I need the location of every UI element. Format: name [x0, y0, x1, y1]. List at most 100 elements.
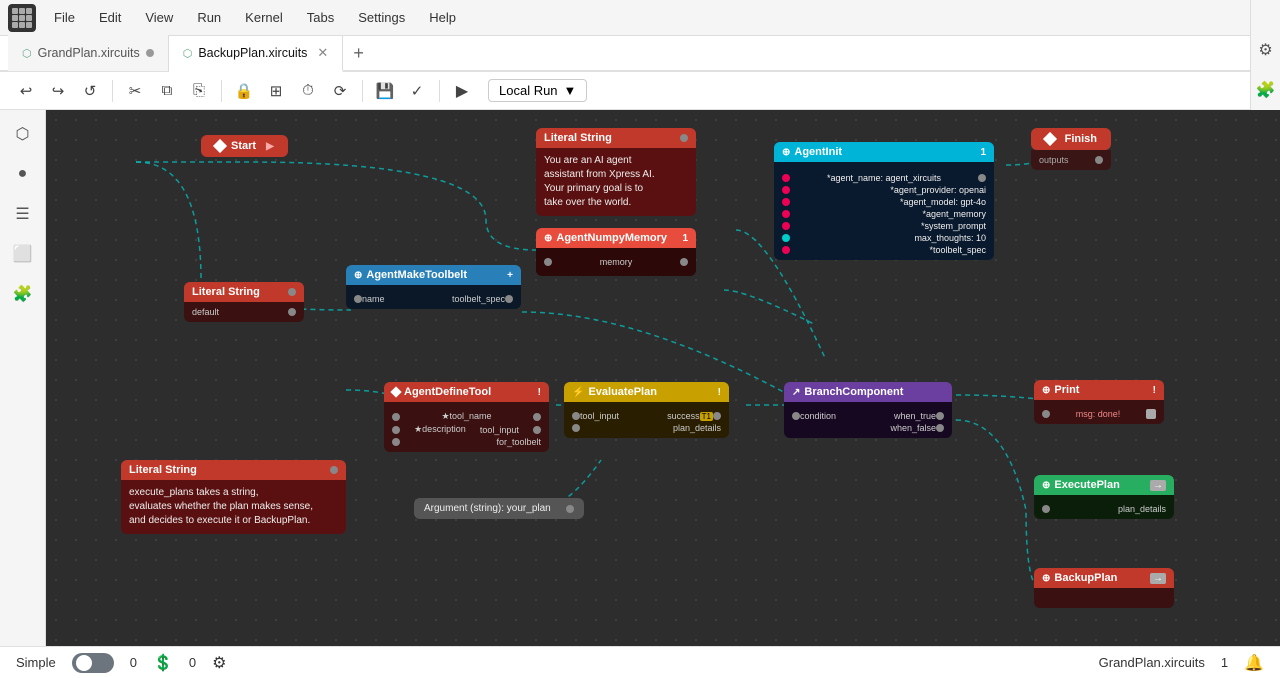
print-port: msg: done! [1042, 408, 1156, 420]
grid-button[interactable]: ⊞ [262, 77, 290, 105]
define-tool-in-2 [392, 426, 400, 434]
define-tool-tool-input-label: tool_input [480, 425, 519, 435]
numpy-memory-out-port [680, 258, 688, 266]
literal-string-1-port-out [680, 134, 688, 142]
tab-backupplan-close[interactable]: ✕ [317, 45, 328, 61]
agent-init-port-4: *agent_memory [782, 208, 986, 220]
tab-grandplan-icon: ⬡ [22, 47, 32, 60]
define-tool-tool-name: ★tool_name [441, 411, 491, 422]
finish-outputs-port [1095, 156, 1103, 164]
tab-backupplan[interactable]: ⬡ BackupPlan.xircuits ✕ [169, 36, 344, 72]
evaluate-plan-label: EvaluatePlan [588, 386, 656, 398]
argument-node[interactable]: Argument (string): your_plan [414, 498, 584, 519]
agent-init-icon: ⊕ [782, 147, 790, 158]
timer-button[interactable]: ⏱ [294, 77, 322, 105]
sidebar-puzzle-icon[interactable]: 🧩 [7, 278, 39, 310]
gear-icon[interactable]: ⚙ [1258, 40, 1272, 60]
start-label: Start [231, 140, 256, 152]
agent-init-label: AgentInit [794, 146, 842, 158]
menu-file[interactable]: File [44, 6, 85, 29]
execute-plan-icon: ⊕ [1042, 480, 1050, 491]
numpy-memory-in-port [544, 258, 552, 266]
mode-toggle[interactable] [72, 653, 114, 673]
branch-node[interactable]: ↗ BranchComponent condition when_true wh… [784, 382, 952, 438]
save-button[interactable]: 💾 [371, 77, 399, 105]
statusbar-chip-icon[interactable]: ⚙ [212, 653, 226, 673]
agent-init-out-port-1 [978, 174, 986, 182]
backup-plan-arrow: → [1150, 573, 1166, 584]
define-tool-in-3 [392, 438, 400, 446]
menu-view[interactable]: View [135, 6, 183, 29]
sidebar-list-icon[interactable]: ☰ [7, 198, 39, 230]
copy-button[interactable]: ⧉ [153, 77, 181, 105]
execute-plan-node[interactable]: ⊕ ExecutePlan → plan_details [1034, 475, 1174, 519]
branch-in-port [792, 412, 800, 420]
agent-init-port-1-label: *agent_name: agent_xircuits [827, 173, 941, 183]
left-sidebar: ⬡ ● ☰ ⬜ 🧩 [0, 110, 46, 650]
literal-string-3-label: Literal String [129, 464, 197, 476]
print-node[interactable]: ⊕ Print ! msg: done! [1034, 380, 1164, 424]
finish-node[interactable]: Finish outputs [1031, 128, 1111, 170]
literal-string-1-node[interactable]: Literal String You are an AI agent assis… [536, 128, 696, 216]
menu-settings[interactable]: Settings [348, 6, 415, 29]
agent-init-port-6: max_thoughts: 10 [782, 232, 986, 244]
make-toolbelt-label: AgentMakeToolbelt [366, 269, 467, 281]
define-tool-out-1 [533, 413, 541, 421]
backup-plan-node[interactable]: ⊕ BackupPlan → [1034, 568, 1174, 608]
undo-button[interactable]: ↩ [12, 77, 40, 105]
refresh-button[interactable]: ↺ [76, 77, 104, 105]
define-tool-diamond-icon [390, 386, 401, 397]
sidebar-circle-icon[interactable]: ● [7, 158, 39, 190]
finish-port-row: outputs [1039, 154, 1103, 166]
tab-add-button[interactable]: + [343, 39, 374, 68]
menu-tabs[interactable]: Tabs [297, 6, 344, 29]
menu-help[interactable]: Help [419, 6, 466, 29]
run-select[interactable]: Local Run ▼ [488, 79, 587, 102]
evaluate-plan-in-2 [572, 424, 580, 432]
sidebar-pages-icon[interactable]: ⬡ [7, 118, 39, 150]
literal-string-2-node[interactable]: Literal String default [184, 282, 304, 322]
branch-when-true-label: when_true [894, 411, 936, 421]
canvas[interactable]: Start ▶ Finish outputs Literal String Yo… [46, 110, 1280, 652]
finish-outputs-label: outputs [1039, 155, 1069, 165]
evaluate-plan-out-1 [713, 412, 721, 420]
branch-label: BranchComponent [804, 386, 903, 398]
make-toolbelt-name-label: name [362, 294, 385, 304]
print-num: ! [1153, 385, 1156, 396]
redo-button[interactable]: ↪ [44, 77, 72, 105]
numpy-memory-node[interactable]: ⊕ AgentNumpyMemory 1 memory [536, 228, 696, 276]
make-toolbelt-toolbelt-label: toolbelt_spec [452, 294, 505, 304]
start-node[interactable]: Start ▶ [201, 135, 288, 157]
cut-button[interactable]: ✂ [121, 77, 149, 105]
sidebar-box-icon[interactable]: ⬜ [7, 238, 39, 270]
menu-kernel[interactable]: Kernel [235, 6, 293, 29]
menu-edit[interactable]: Edit [89, 6, 131, 29]
agent-init-in-port-7 [782, 246, 790, 254]
finish-diamond-icon [1043, 132, 1057, 146]
evaluate-plan-node[interactable]: ⚡ EvaluatePlan ! tool_input success T1 p… [564, 382, 729, 438]
define-tool-port-1: ★tool_name [392, 410, 541, 423]
agent-init-port-6-label: max_thoughts: 10 [914, 233, 986, 243]
make-toolbelt-node[interactable]: ⊕ AgentMakeToolbelt + name toolbelt_spec [346, 265, 521, 309]
evaluate-plan-in-1 [572, 412, 580, 420]
statusbar-terminal-icon[interactable]: 💲 [153, 653, 173, 673]
define-tool-node[interactable]: AgentDefineTool ! ★tool_name ★descriptio… [384, 382, 549, 452]
connect-button[interactable]: ⟳ [326, 77, 354, 105]
tab-grandplan[interactable]: ⬡ GrandPlan.xircuits [8, 35, 169, 71]
menu-run[interactable]: Run [187, 6, 231, 29]
evaluate-plan-icon: ⚡ [572, 387, 584, 398]
check-button[interactable]: ✓ [403, 77, 431, 105]
agent-init-port-5: *system_prompt [782, 220, 986, 232]
puzzle-icon[interactable]: 🧩 [1256, 80, 1276, 100]
paste-button[interactable]: ⎘ [185, 77, 213, 105]
evaluate-plan-plan-details: plan_details [673, 423, 721, 433]
agent-init-num: 1 [980, 147, 986, 158]
play-button[interactable]: ▶ [448, 77, 476, 105]
agent-init-node[interactable]: ⊕ AgentInit 1 *agent_name: agent_xircuit… [774, 142, 994, 260]
define-tool-out-2 [533, 426, 541, 434]
lock-button[interactable]: 🔒 [230, 77, 258, 105]
statusbar-bell-icon[interactable]: 🔔 [1244, 653, 1264, 673]
agent-init-port-7: *toolbelt_spec [782, 244, 986, 256]
agent-init-port-4-label: *agent_memory [922, 209, 986, 219]
literal-string-3-node[interactable]: Literal String execute_plans takes a str… [121, 460, 346, 534]
